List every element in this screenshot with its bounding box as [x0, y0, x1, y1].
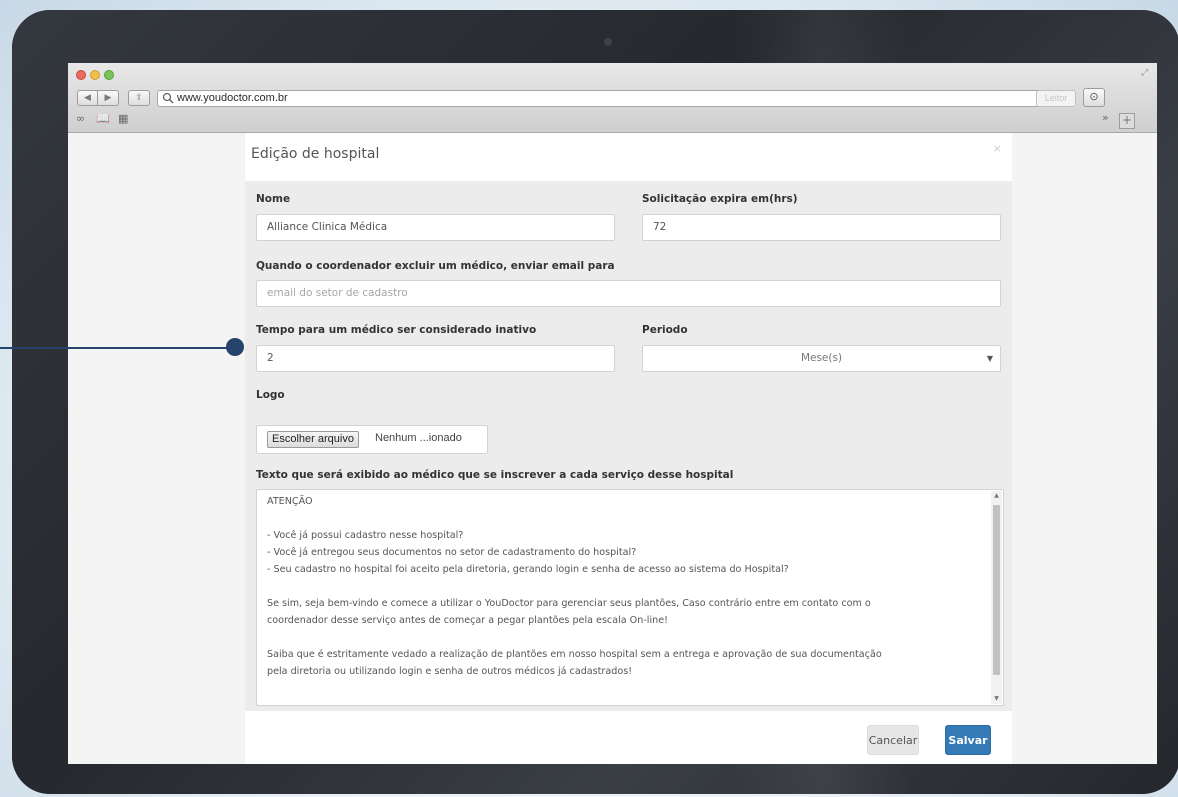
inactive-time-input[interactable]: 2 — [256, 345, 615, 372]
address-bar[interactable]: www.youdoctor.com.br ↻ — [157, 90, 1064, 107]
expiry-label: Solicitação expira em(hrs) — [642, 193, 798, 205]
textarea-line: Saiba que é estritamente vedado a realiz… — [267, 649, 882, 660]
message-textarea[interactable]: ATENÇÃO - Você já possui cadastro nesse … — [256, 489, 1004, 706]
zoom-window-button[interactable] — [104, 70, 114, 80]
minimize-window-button[interactable] — [90, 70, 100, 80]
textarea-line: Se sim, seja bem-vindo e comece a utiliz… — [267, 598, 871, 609]
modal-footer: Cancelar Salvar — [245, 711, 1012, 764]
expiry-input[interactable]: 72 — [642, 214, 1001, 241]
name-input[interactable]: Alliance Clinica Médica — [256, 214, 615, 241]
textarea-line: coordenador desse serviço antes de começ… — [267, 615, 668, 626]
scroll-down-icon[interactable]: ▼ — [991, 694, 1002, 704]
close-window-button[interactable] — [76, 70, 86, 80]
reader-button[interactable]: Leitor — [1036, 90, 1076, 107]
search-icon — [162, 92, 174, 104]
logo-file-input[interactable]: Escolher arquivo Nenhum ...ionado — [256, 425, 488, 454]
bookmarks-icon[interactable]: 📖 — [96, 112, 110, 125]
file-status: Nenhum ...ionado — [375, 432, 462, 444]
scroll-up-icon[interactable]: ▲ — [991, 491, 1002, 501]
textarea-line: - Você já entregou seus documentos no se… — [267, 547, 637, 558]
save-button[interactable]: Salvar — [945, 725, 991, 755]
share-button[interactable]: ⇪ — [128, 90, 150, 106]
modal-title: Edição de hospital — [251, 146, 380, 162]
forward-button[interactable]: ▶ — [98, 90, 119, 106]
logo-label: Logo — [256, 389, 285, 401]
period-label: Periodo — [642, 324, 688, 336]
textarea-line: - Seu cadastro no hospital foi aceito pe… — [267, 564, 789, 575]
inactive-label: Tempo para um médico ser considerado ina… — [256, 324, 537, 336]
screen: ⤢ ◀ ▶ ⇪ www.youdoctor.com.br ↻ Leitor ⊙ … — [68, 63, 1157, 764]
name-label: Nome — [256, 193, 291, 205]
email-label: Quando o coordenador excluir um médico, … — [256, 260, 615, 272]
downloads-icon[interactable]: ⊙ — [1083, 88, 1105, 107]
reading-list-icon[interactable]: ∞ — [76, 112, 85, 125]
camera — [604, 38, 612, 46]
top-sites-icon[interactable]: ▦ — [118, 112, 128, 125]
modal-header: Edição de hospital × — [245, 133, 1012, 182]
choose-file-button[interactable]: Escolher arquivo — [267, 431, 359, 448]
close-icon[interactable]: × — [993, 142, 1002, 155]
chevron-down-icon: ▼ — [986, 354, 993, 363]
modal-body: Nome Alliance Clinica Médica Solicitação… — [245, 181, 1012, 711]
back-button[interactable]: ◀ — [77, 90, 98, 106]
pointer-dot — [226, 338, 244, 356]
device-frame: ⤢ ◀ ▶ ⇪ www.youdoctor.com.br ↻ Leitor ⊙ … — [12, 10, 1178, 794]
url-text: www.youdoctor.com.br — [177, 92, 288, 104]
textarea-scrollbar[interactable]: ▲ ▼ — [991, 491, 1002, 704]
period-select[interactable]: Mese(s) ▼ — [642, 345, 1001, 372]
new-tab-button[interactable]: + — [1119, 113, 1135, 129]
browser-chrome: ⤢ ◀ ▶ ⇪ www.youdoctor.com.br ↻ Leitor ⊙ … — [68, 63, 1157, 133]
edit-hospital-modal: Edição de hospital × Nome Alliance Clini… — [245, 133, 1012, 764]
more-bookmarks-icon[interactable]: » — [1102, 111, 1109, 124]
scrollbar-thumb[interactable] — [993, 505, 1000, 675]
textarea-line: ATENÇÃO — [267, 496, 313, 507]
textarea-line: pela diretoria ou utilizando login e sen… — [267, 666, 633, 677]
fullscreen-icon[interactable]: ⤢ — [1141, 68, 1151, 78]
period-select-value: Mese(s) — [800, 352, 843, 364]
cancel-button[interactable]: Cancelar — [867, 725, 919, 755]
email-input[interactable]: email do setor de cadastro — [256, 280, 1001, 307]
message-text-label: Texto que será exibido ao médico que se … — [256, 469, 734, 481]
textarea-line: - Você já possui cadastro nesse hospital… — [267, 530, 464, 541]
pointer-line — [0, 347, 238, 349]
